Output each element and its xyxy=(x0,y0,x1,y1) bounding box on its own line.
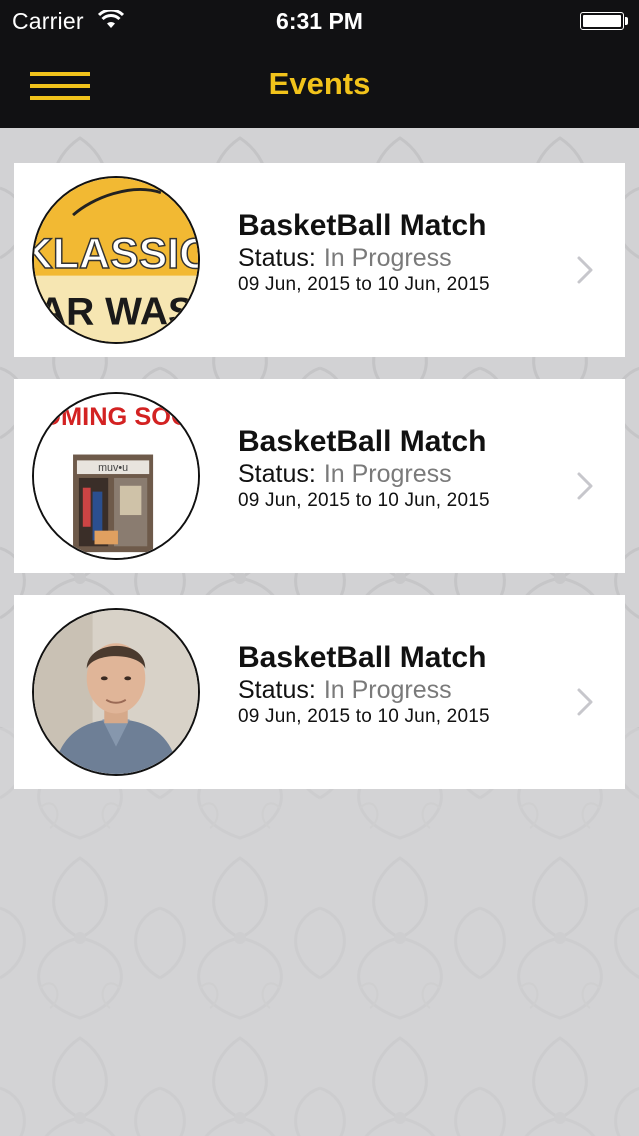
navigation-header: Carrier 6:31 PM Events xyxy=(0,0,639,128)
event-title: BasketBall Match xyxy=(238,209,487,242)
logo-text-klassic: KLASSIC xyxy=(34,230,198,278)
event-title: BasketBall Match xyxy=(238,425,487,458)
chevron-right-icon xyxy=(577,688,593,716)
battery-tip xyxy=(625,17,628,25)
battery-icon xyxy=(580,12,624,30)
coming-soon-storefront: COMING SOON muv•u xyxy=(34,394,198,558)
status-value: In Progress xyxy=(323,244,452,272)
klassic-car-wash-logo: KLASSIC CAR WASH xyxy=(34,178,198,342)
status-value: In Progress xyxy=(323,460,452,488)
event-dates: 09 Jun, 2015 to 10 Jun, 2015 xyxy=(238,706,490,727)
event-title: BasketBall Match xyxy=(238,641,487,674)
event-list: KLASSIC CAR WASH BasketBall Match Status… xyxy=(14,163,625,811)
coming-soon-text: COMING SOON xyxy=(34,403,198,431)
store-sign: muv•u xyxy=(98,462,128,474)
event-dates: 09 Jun, 2015 to 10 Jun, 2015 xyxy=(238,274,490,295)
event-dates: 09 Jun, 2015 to 10 Jun, 2015 xyxy=(238,490,490,511)
status-label: Status: xyxy=(238,460,316,488)
status-label: Status: xyxy=(238,244,316,272)
page-title: Events xyxy=(268,66,371,101)
man-portrait-photo xyxy=(34,610,198,774)
status-time: 6:31 PM xyxy=(276,8,363,34)
event-row[interactable]: BasketBall Match Status: In Progress 09 J… xyxy=(14,595,625,789)
event-image: COMING SOON muv•u xyxy=(32,392,200,560)
battery-level xyxy=(583,15,621,27)
chevron-right-icon xyxy=(577,472,593,500)
logo-text-carwash: CAR WASH xyxy=(34,290,198,333)
status-label: Status: xyxy=(238,676,316,704)
chevron-right-icon xyxy=(577,256,593,284)
event-image xyxy=(32,608,200,776)
event-row[interactable]: COMING SOON muv•u BasketBall Match Statu… xyxy=(14,379,625,573)
event-status: Status: In Progress xyxy=(238,244,452,273)
status-bar: Carrier 6:31 PM xyxy=(0,0,639,42)
event-status: Status: In Progress xyxy=(238,676,452,705)
event-image: KLASSIC CAR WASH xyxy=(32,176,200,344)
status-value: In Progress xyxy=(323,676,452,704)
event-row[interactable]: KLASSIC CAR WASH BasketBall Match Status… xyxy=(14,163,625,357)
event-status: Status: In Progress xyxy=(238,460,452,489)
